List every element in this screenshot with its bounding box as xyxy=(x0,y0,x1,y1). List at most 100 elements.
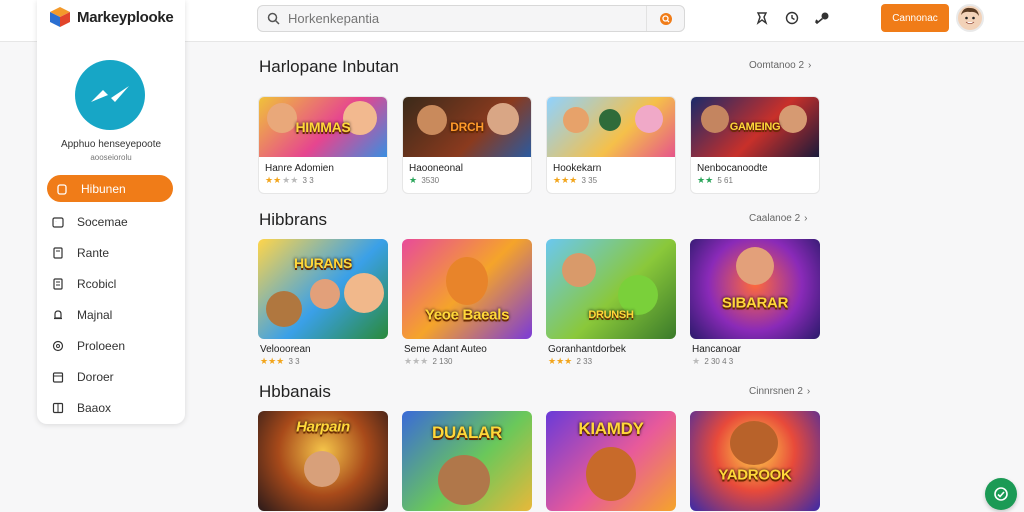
clock-icon[interactable] xyxy=(782,8,802,28)
game-thumbnail-title: HIMMAS xyxy=(295,119,351,135)
rating-value: 3 3 xyxy=(302,176,314,185)
game-card[interactable]: DRUNSH Goranhantdorbek ★★★ 2 33 xyxy=(546,239,676,366)
sidebar-item-shield[interactable]: Proloeen xyxy=(37,330,185,361)
game-thumbnail-title: Harpain xyxy=(296,418,350,436)
home-icon xyxy=(55,182,69,196)
game-name: Haooneonal xyxy=(409,163,463,174)
section-title: Hibbrans xyxy=(259,210,328,229)
game-thumbnail-title: KIAMDY xyxy=(578,419,644,438)
profile-avatar[interactable] xyxy=(75,60,145,130)
see-all-link[interactable]: Caalanoe 2 › xyxy=(749,213,808,224)
search-input[interactable] xyxy=(288,6,646,31)
game-thumbnail: YADROOK xyxy=(690,411,820,511)
game-thumbnail: HURANS xyxy=(258,239,388,339)
chevron-right-icon: › xyxy=(808,60,812,71)
chat-fab-button[interactable] xyxy=(985,478,1017,510)
section-title: Harlopane Inbutan xyxy=(259,57,399,76)
key-icon[interactable] xyxy=(812,8,832,28)
chat-icon xyxy=(994,487,1008,501)
sidebar-item-label: Baaox xyxy=(77,400,112,415)
see-all-link[interactable]: Cinnrsnen 2 › xyxy=(749,386,810,397)
cta-button[interactable]: Cannonac xyxy=(881,4,949,32)
search-bar[interactable] xyxy=(257,5,685,32)
sidebar-item-label: Rante xyxy=(77,245,110,260)
game-row: Harpain DUALAR KIAMDY YADROOK xyxy=(258,411,820,511)
game-name: Goranhantdorbek xyxy=(548,344,626,355)
game-rating: ★★★ 2 33 xyxy=(548,356,593,367)
game-card[interactable]: KIAMDY xyxy=(546,411,676,511)
game-card[interactable]: Harpain xyxy=(258,411,388,511)
sidebar-item-label: Majnal xyxy=(77,307,113,322)
see-all-link[interactable]: Oomtanoo 2 › xyxy=(749,60,811,71)
brand-name: Markeyplooke xyxy=(77,8,174,26)
game-thumbnail-title: YADROOK xyxy=(718,466,792,484)
game-name: Seme Adant Auteo xyxy=(404,344,487,355)
game-card[interactable]: HURANS Velooorean ★★★ 3 3 xyxy=(258,239,388,366)
game-rating: ★ 2 30 4 3 xyxy=(692,356,734,367)
sidebar-item-label: Proloeen xyxy=(77,338,126,353)
game-thumbnail: KIAMDY xyxy=(546,411,676,511)
sidebar-item-bell[interactable]: Majnal xyxy=(37,299,185,330)
game-row: HURANS Velooorean ★★★ 3 3 Yeoe Baeals Se… xyxy=(258,239,820,366)
sidebar-item-home[interactable]: Hibunen xyxy=(47,175,173,202)
game-thumbnail-title: Yeoe Baeals xyxy=(424,306,510,324)
game-name: Velooorean xyxy=(260,344,311,355)
game-rating: ★ 3530 xyxy=(409,175,440,186)
game-thumbnail: GAMEING xyxy=(691,97,819,157)
sidebar-item-grid[interactable]: Baaox xyxy=(37,392,185,423)
shield-icon xyxy=(51,339,65,353)
chevron-right-icon: › xyxy=(806,386,811,397)
game-card[interactable]: SIBARAR Hancanoar ★ 2 30 4 3 xyxy=(690,239,820,366)
sidebar-item-list[interactable]: Rcobicl xyxy=(37,268,185,299)
lightning-icon xyxy=(91,86,129,102)
game-rating: ★★★ 3 35 xyxy=(553,175,598,186)
see-all-label: Oomtanoo 2 xyxy=(749,60,805,71)
brand[interactable]: Markeyplooke xyxy=(49,6,174,28)
game-card[interactable]: Hookekarn ★★★ 3 35 xyxy=(546,96,676,194)
see-all-label: Cinnrsnen 2 xyxy=(749,386,803,397)
filter-icon xyxy=(659,12,672,25)
see-all-label: Caalanoe 2 xyxy=(749,213,801,224)
sidebar-item-calendar[interactable]: Doroer xyxy=(37,361,185,392)
game-rating: ★★ 5 61 xyxy=(697,175,733,186)
game-card[interactable]: HIMMAS Hanre Adomien ★★ ★★ 3 3 xyxy=(258,96,388,194)
game-thumbnail: DRCH xyxy=(403,97,531,157)
sidebar-item-label: Rcobicl xyxy=(77,276,117,291)
search-submit-button[interactable] xyxy=(646,6,684,31)
user-avatar[interactable] xyxy=(956,4,984,32)
logo-icon xyxy=(50,7,70,27)
game-rating: ★★ ★★ 3 3 xyxy=(265,175,314,186)
list-icon xyxy=(51,277,65,291)
game-thumbnail: DRUNSH xyxy=(546,239,676,339)
sidebar-nav: Hibunen Socemae Rante Rcobicl Majnal Pro… xyxy=(37,175,185,423)
grid-icon xyxy=(51,401,65,415)
profile-name: Apphuo henseyepoote xyxy=(60,139,162,150)
sidebar-item-label: Hibunen xyxy=(81,181,126,196)
game-card[interactable]: DUALAR xyxy=(402,411,532,511)
sidebar-item-label: Doroer xyxy=(77,369,114,384)
section-title: Hbbanais xyxy=(259,382,331,401)
game-card[interactable]: DRCH Haooneonal ★ 3530 xyxy=(402,96,532,194)
game-thumbnail: Harpain xyxy=(258,411,388,511)
game-name: Hancanoar xyxy=(692,344,741,355)
game-thumbnail xyxy=(547,97,675,157)
game-name: Nenbocanoodte xyxy=(697,163,768,174)
rating-value: 5 61 xyxy=(717,176,733,185)
game-rating: ★★★ 3 3 xyxy=(260,356,300,367)
bell-icon xyxy=(51,308,65,322)
game-name: Hookekarn xyxy=(553,163,602,174)
rating-value: 2 33 xyxy=(576,357,593,366)
game-thumbnail-title: HURANS xyxy=(293,255,353,271)
sidebar-item-folder[interactable]: Socemae xyxy=(37,206,185,237)
game-card[interactable]: YADROOK xyxy=(690,411,820,511)
rating-value: 2 130 xyxy=(432,357,453,366)
game-card[interactable]: GAMEING Nenbocanoodte ★★ 5 61 xyxy=(690,96,820,194)
game-thumbnail: Yeoe Baeals xyxy=(402,239,532,339)
sidebar-item-document[interactable]: Rante xyxy=(37,237,185,268)
game-thumbnail-title: SIBARAR xyxy=(721,294,789,312)
game-name: Hanre Adomien xyxy=(265,163,334,174)
game-card[interactable]: Yeoe Baeals Seme Adant Auteo ★★★ 2 130 xyxy=(402,239,532,366)
pin-icon[interactable] xyxy=(752,8,772,28)
profile-subtitle: aooseiorolu xyxy=(90,153,132,162)
rating-value: 3530 xyxy=(421,176,440,185)
